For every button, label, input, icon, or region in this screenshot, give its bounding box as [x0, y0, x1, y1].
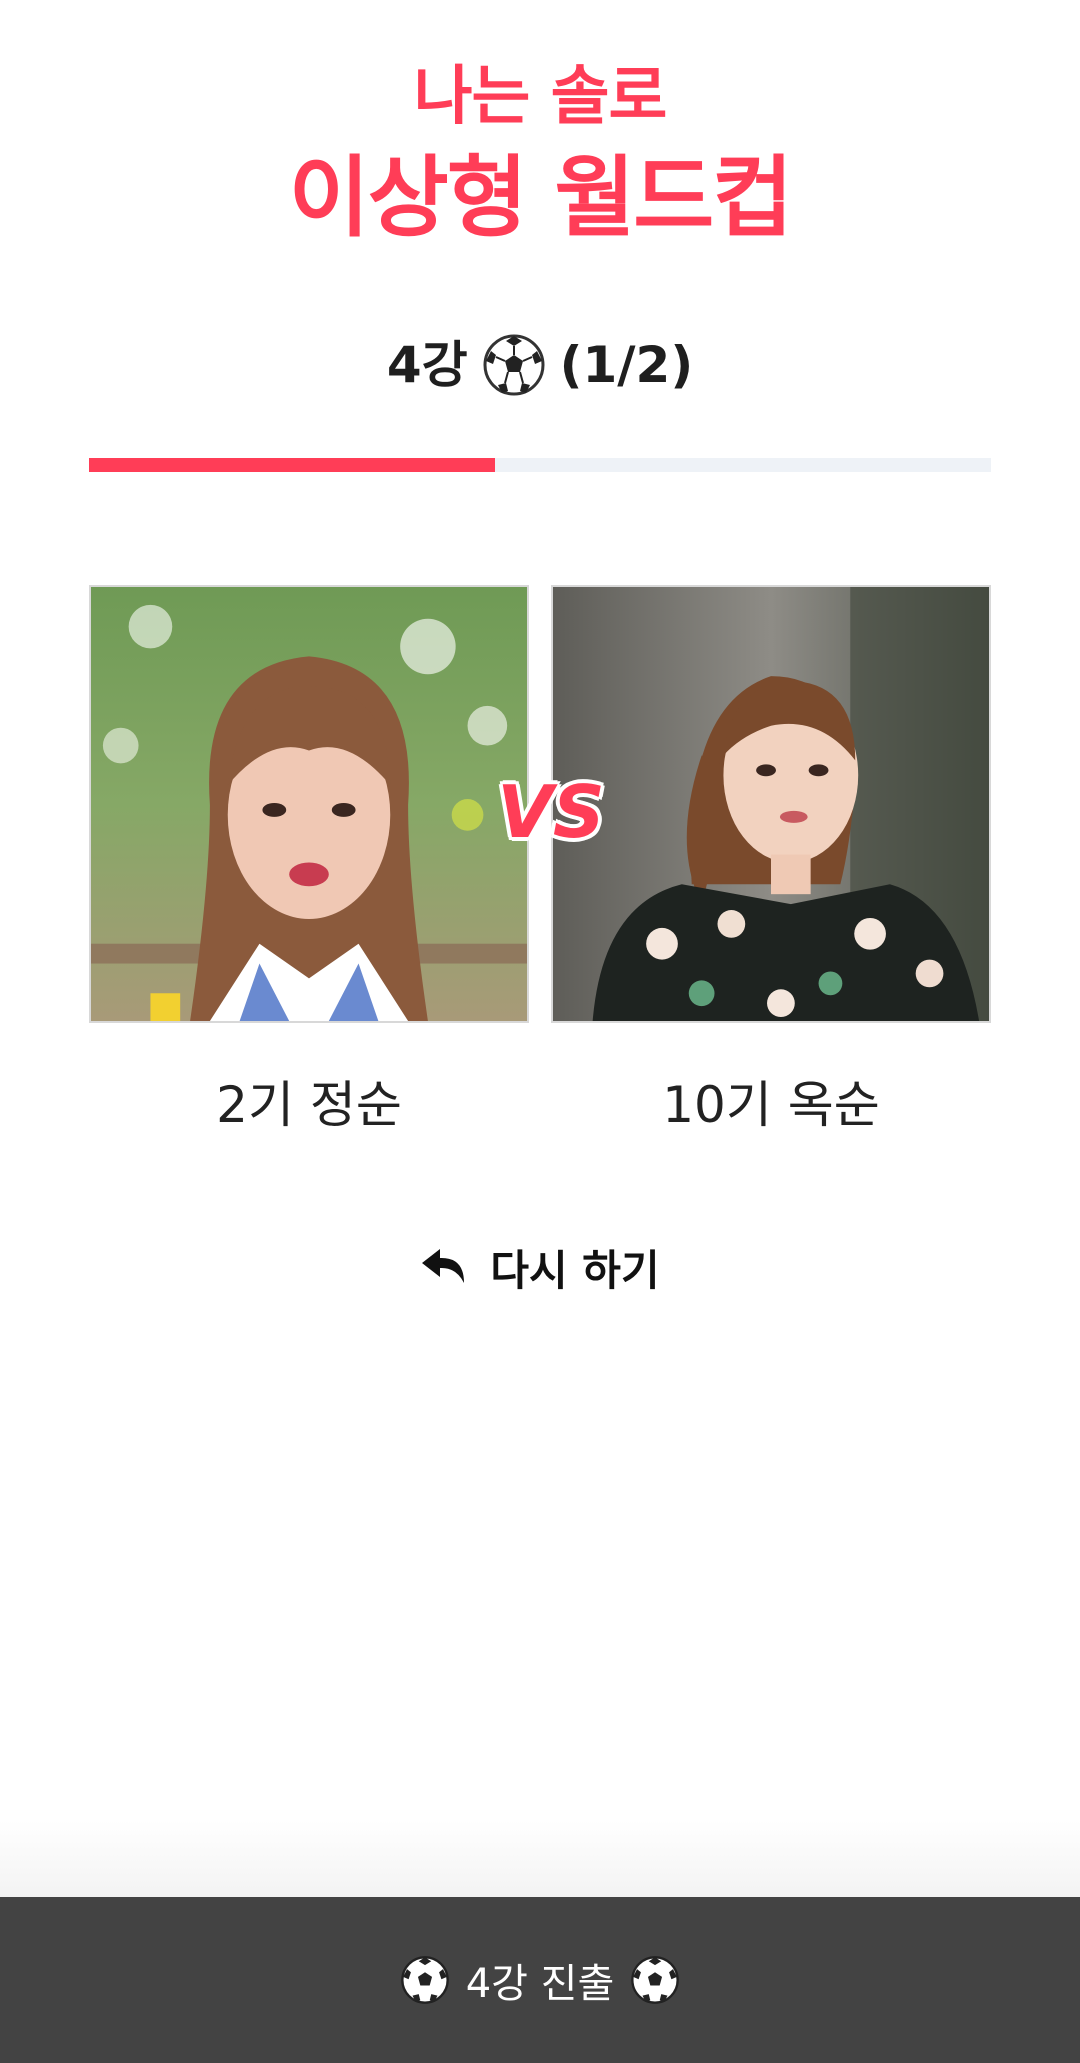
round-label: 4강 (1/2) [0, 330, 1080, 400]
progress-bar [89, 458, 991, 472]
round-prefix: 4강 [386, 336, 468, 394]
reply-arrow-icon [422, 1249, 465, 1283]
title-big: 이상형 월드컵 [288, 146, 793, 249]
soccer-ball-icon [400, 1956, 449, 2004]
retry-button[interactable]: 다시 하기 [0, 1232, 1080, 1302]
footer-shadow [0, 1820, 1080, 1897]
soccer-ball-icon [483, 334, 545, 396]
progress-bar-fill [89, 458, 495, 472]
candidate-right-name[interactable]: 10기 옥순 [551, 1070, 991, 1140]
portrait-image [91, 587, 527, 1021]
portrait-image [553, 587, 989, 1021]
footer-label: 4강 진출 [465, 1961, 615, 2007]
footer-bar: 4강 진출 [0, 1897, 1080, 2063]
page: 나는 솔로 이상형 월드컵 4강 (1/2) VS 2기 정순 10기 옥순 다… [0, 0, 1080, 2063]
round-progress-text: (1/2) [559, 336, 694, 394]
vs-label: VS [497, 770, 605, 854]
soccer-ball-icon [631, 1956, 680, 2004]
candidate-right-photo[interactable] [551, 585, 991, 1023]
candidate-left-name[interactable]: 2기 정순 [89, 1070, 529, 1140]
candidate-left-photo[interactable] [89, 585, 529, 1023]
retry-label: 다시 하기 [490, 1245, 660, 1295]
title-small: 나는 솔로 [413, 60, 668, 134]
